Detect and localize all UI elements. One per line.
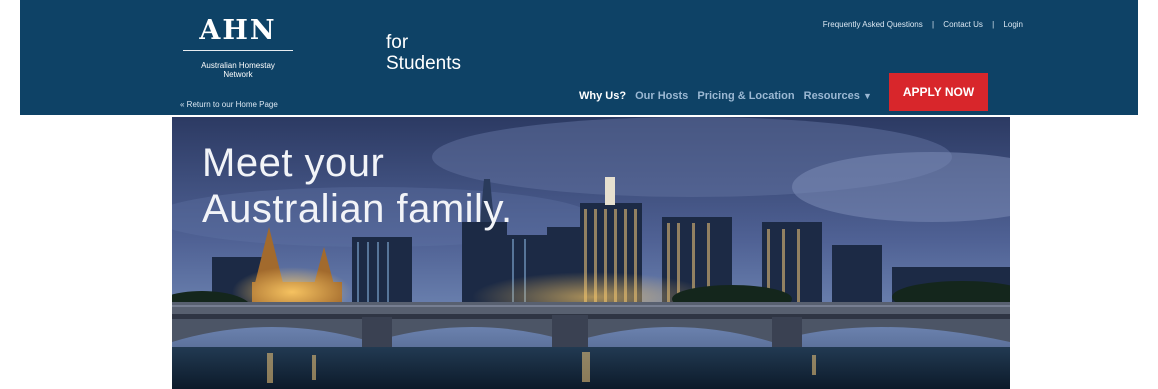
separator: |	[992, 20, 995, 29]
separator: |	[931, 20, 935, 29]
nav-item-why-us[interactable]: Why Us?	[579, 90, 626, 102]
nav-item-pricing-location[interactable]: Pricing & Location	[697, 90, 794, 102]
main-nav: Why Us? Our Hosts Pricing & Location Res…	[579, 90, 878, 102]
nav-item-resources[interactable]: Resources ▼	[804, 90, 872, 102]
logo-mark: AHN	[199, 15, 277, 46]
hero-headline-line1: Meet your	[202, 141, 385, 185]
login-link[interactable]: Login	[1003, 20, 1023, 29]
site-tagline: for Students	[386, 32, 461, 74]
contact-link[interactable]: Contact Us	[943, 20, 983, 29]
ahn-logo[interactable]: AHN Australian Homestay Network	[183, 15, 293, 79]
nav-item-our-hosts[interactable]: Our Hosts	[635, 90, 688, 102]
apply-now-button[interactable]: APPLY NOW	[889, 73, 988, 111]
utility-links: Frequently Asked Questions | Contact Us …	[823, 20, 1023, 29]
tagline-line1: for	[386, 32, 409, 53]
nav-item-resources-label: Resources	[803, 90, 860, 102]
hero-headline: Meet your Australian family.	[202, 140, 513, 232]
tagline-line2: Students	[386, 53, 461, 74]
logo-subtitle-line2: Network	[223, 70, 253, 79]
logo-rule	[183, 50, 293, 51]
faq-link[interactable]: Frequently Asked Questions	[823, 20, 923, 29]
caret-down-icon: ▼	[862, 91, 872, 101]
return-home-link[interactable]: « Return to our Home Page	[180, 100, 278, 109]
hero-headline-line2: Australian family.	[202, 187, 513, 231]
logo-subtitle-line1: Australian Homestay	[201, 61, 275, 70]
hero-banner: Meet your Australian family.	[172, 117, 1010, 389]
